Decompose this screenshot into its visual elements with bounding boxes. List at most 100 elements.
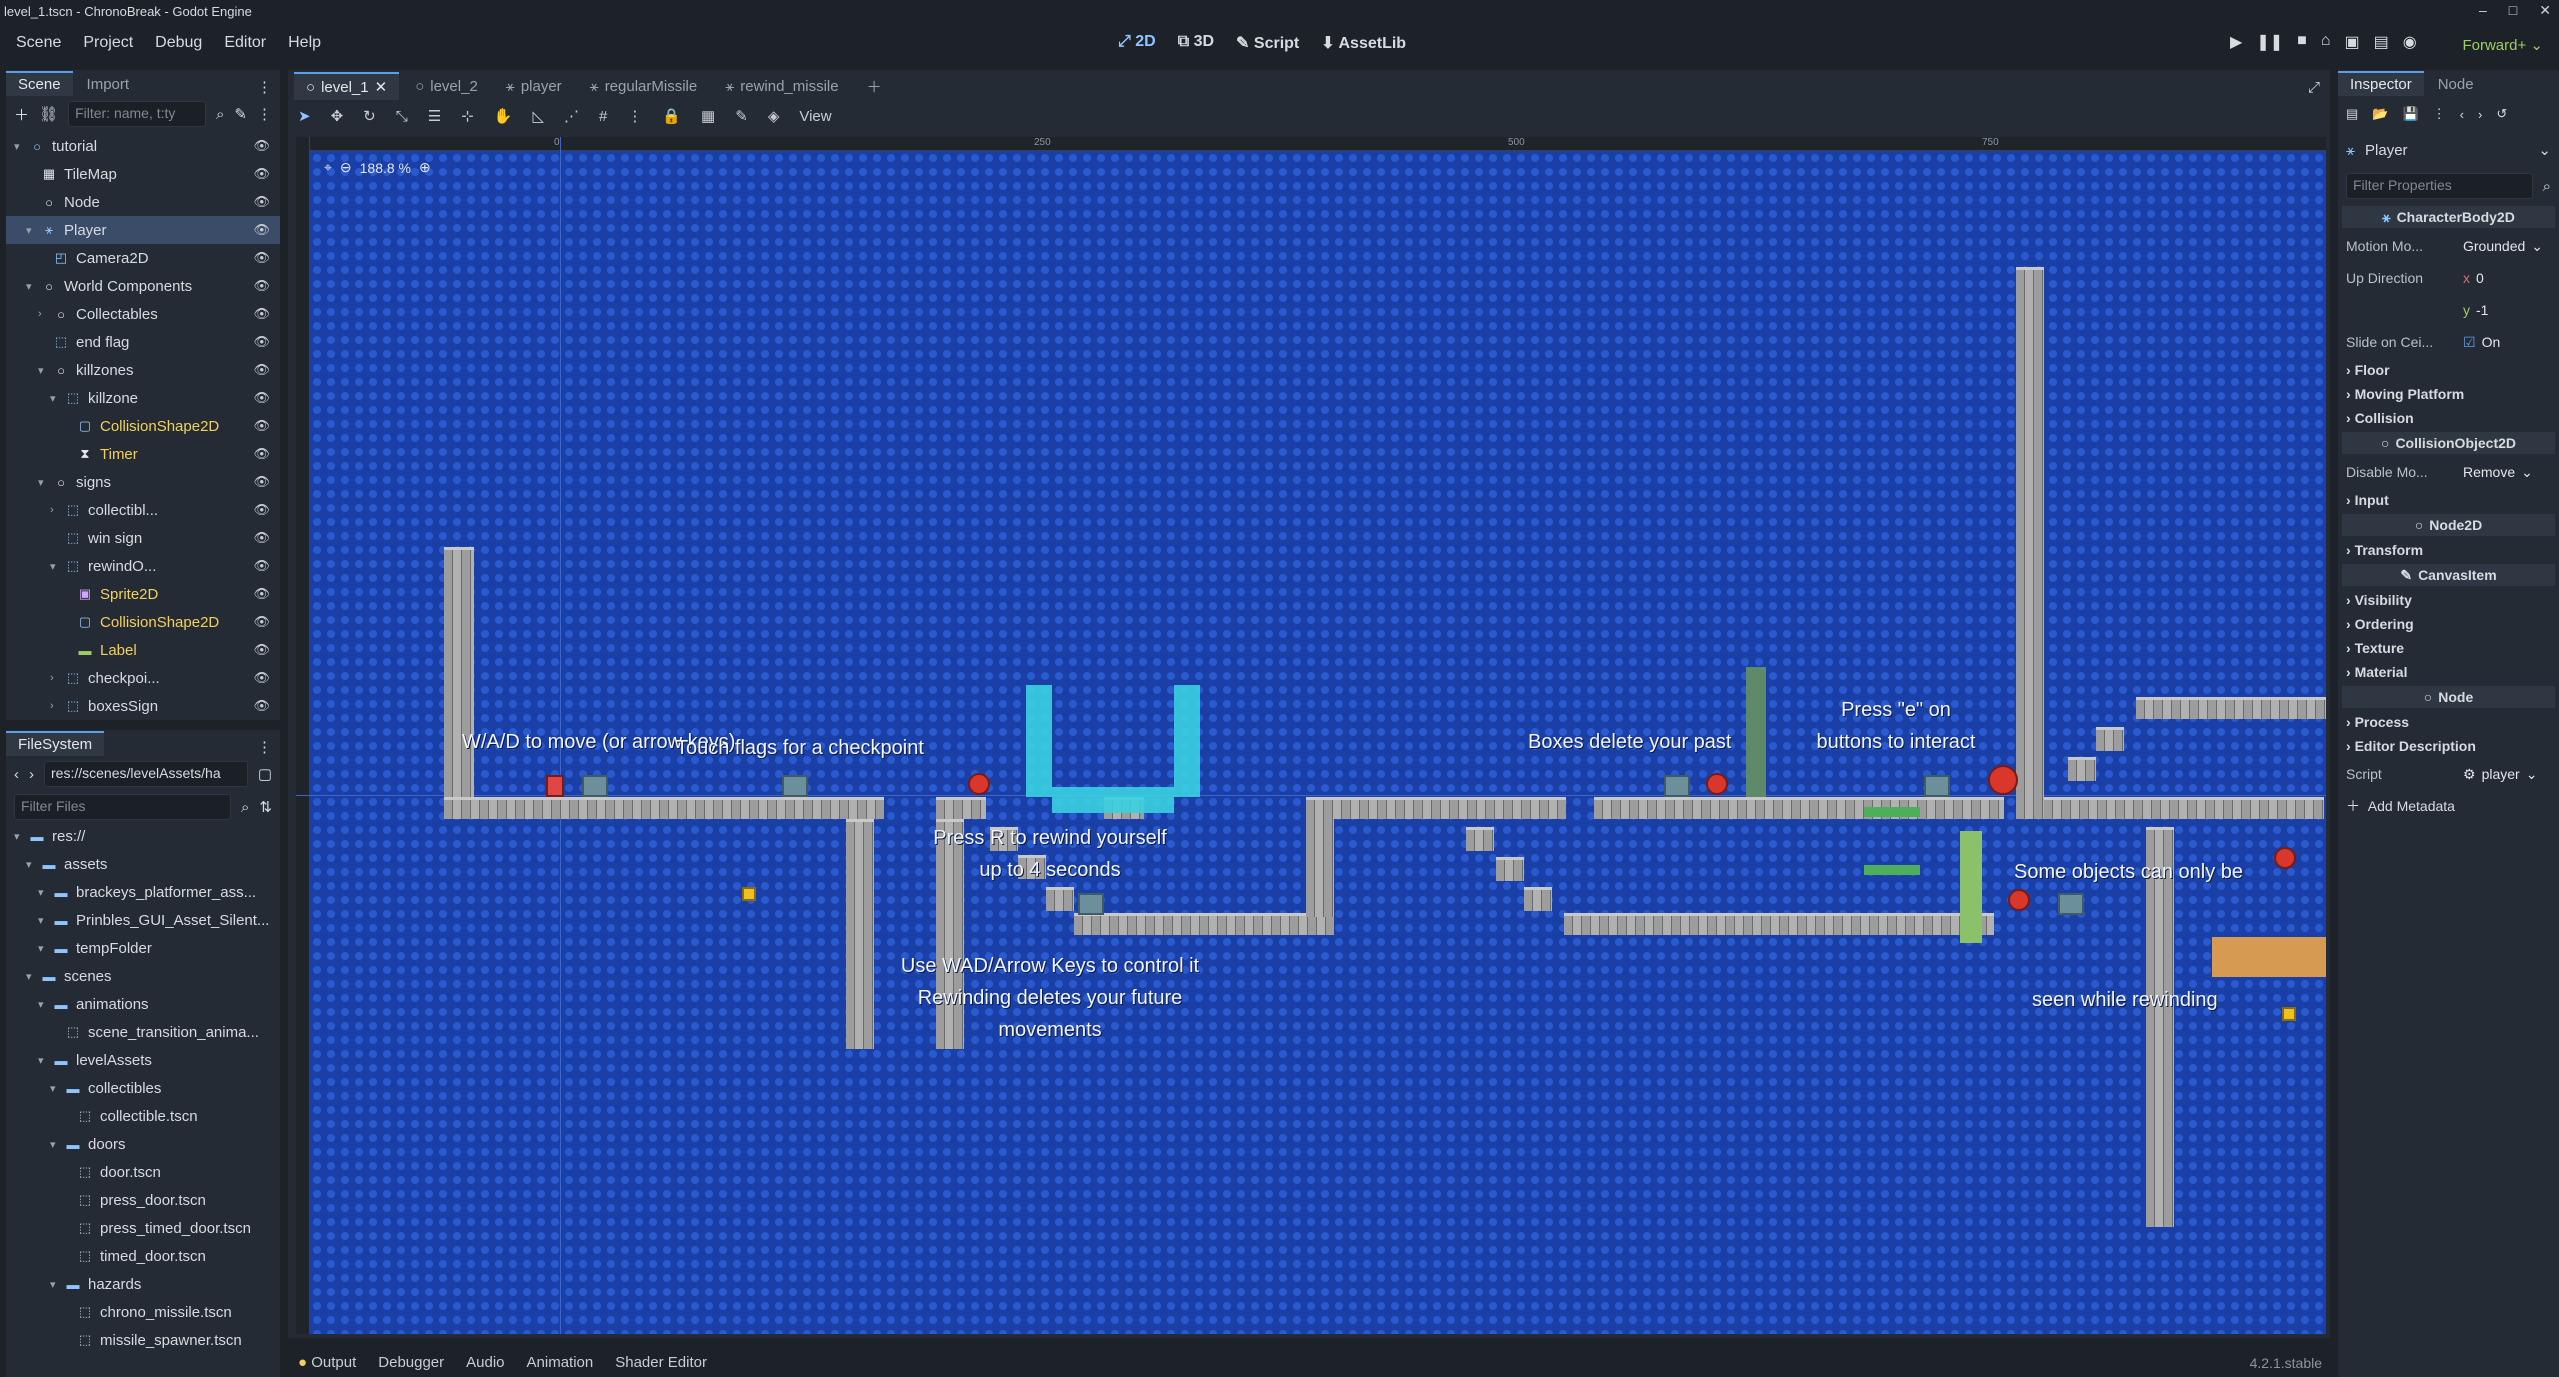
expand-arrow-icon[interactable]: ▾ xyxy=(50,560,64,573)
folder-item[interactable]: ▾ ▬ levelAssets xyxy=(6,1046,280,1074)
back-icon[interactable]: ‹ xyxy=(14,766,19,783)
movie-maker-icon[interactable]: ◉ xyxy=(2403,32,2417,52)
file-item[interactable]: ⬚ collectible.tscn xyxy=(6,1102,280,1130)
expand-arrow-icon[interactable]: ▾ xyxy=(26,858,40,871)
bone-icon[interactable]: ✎ xyxy=(735,107,748,125)
scene-node-boxessign[interactable]: › ⬚ boxesSign 👁 xyxy=(6,692,280,720)
section-input[interactable]: › Input xyxy=(2338,488,2559,512)
split-mode-icon[interactable]: ▢ xyxy=(258,765,272,783)
scene-node-collisionshape2d[interactable]: ▢ CollisionShape2D 👁 xyxy=(6,608,280,636)
expand-arrow-icon[interactable]: ▾ xyxy=(38,998,52,1011)
visibility-eye-icon[interactable]: 👁 xyxy=(253,670,270,686)
file-item[interactable]: ⬚ chrono_missile.tscn xyxy=(6,1298,280,1326)
scene-node-player[interactable]: ▾ ⚹ Player 👁 xyxy=(6,216,280,244)
smart-snap-icon[interactable]: ⋰ xyxy=(564,107,579,125)
object-dropdown-icon[interactable]: ⌄ xyxy=(2538,141,2551,159)
visibility-eye-icon[interactable]: 👁 xyxy=(253,166,270,182)
file-item[interactable]: ⬚ door.tscn xyxy=(6,1158,280,1186)
visibility-eye-icon[interactable]: 👁 xyxy=(253,642,270,658)
folder-item[interactable]: ▾ ▬ assets xyxy=(6,850,280,878)
workspace-2d[interactable]: ⤢ 2D xyxy=(1118,33,1156,53)
folder-item[interactable]: ▾ ▬ hazards xyxy=(6,1270,280,1298)
pivot-tool-icon[interactable]: ⊹ xyxy=(461,107,474,125)
expand-arrow-icon[interactable]: › xyxy=(38,308,52,320)
view-menu[interactable]: View xyxy=(799,108,831,125)
play-icon[interactable]: ▶ xyxy=(2230,32,2242,52)
visibility-eye-icon[interactable]: 👁 xyxy=(253,530,270,546)
pan-tool-icon[interactable]: ✋ xyxy=(494,107,513,125)
tab-node[interactable]: Node xyxy=(2426,73,2486,96)
expand-arrow-icon[interactable]: ▾ xyxy=(50,1082,64,1095)
zoom-out-icon[interactable]: ⊖ xyxy=(340,159,352,176)
renderer-select[interactable]: Forward+ ⌄ xyxy=(2462,36,2543,54)
section-visibility[interactable]: › Visibility xyxy=(2338,588,2559,612)
tab-filesystem[interactable]: FileSystem xyxy=(6,731,105,756)
folder-item[interactable]: ▾ ▬ tempFolder xyxy=(6,934,280,962)
shader-editor-tab[interactable]: Shader Editor xyxy=(615,1354,707,1371)
history-forward-icon[interactable]: › xyxy=(2478,107,2482,122)
section-texture[interactable]: › Texture xyxy=(2338,636,2559,660)
menu-project[interactable]: Project xyxy=(83,34,133,52)
zoom-level[interactable]: 188.8 % xyxy=(360,160,411,176)
scene-node-collisionshape2d[interactable]: ▢ CollisionShape2D 👁 xyxy=(6,412,280,440)
visibility-eye-icon[interactable]: 👁 xyxy=(253,586,270,602)
file-item[interactable]: ⬚ press_door.tscn xyxy=(6,1186,280,1214)
expand-arrow-icon[interactable]: ▾ xyxy=(38,364,52,377)
sort-icon[interactable]: ⇅ xyxy=(259,798,272,816)
visibility-eye-icon[interactable]: 👁 xyxy=(253,362,270,378)
player-sprite[interactable] xyxy=(546,775,564,797)
section-material[interactable]: › Material xyxy=(2338,660,2559,684)
scene-node-collectables[interactable]: › ○ Collectables 👁 xyxy=(6,300,280,328)
scene-node-rewindo[interactable]: ▾ ⬚ rewindO... 👁 xyxy=(6,552,280,580)
tab-rewind-missile[interactable]: ⚹ rewind_missile xyxy=(713,72,850,100)
menu-help[interactable]: Help xyxy=(288,34,321,52)
section-ordering[interactable]: › Ordering xyxy=(2338,612,2559,636)
workspace-3d[interactable]: ⧉ 3D xyxy=(1178,33,1214,53)
visibility-eye-icon[interactable]: 👁 xyxy=(253,502,270,518)
stop-icon[interactable]: ■ xyxy=(2297,32,2307,52)
scene-node-tilemap[interactable]: ▦ TileMap 👁 xyxy=(6,160,280,188)
workspace-script[interactable]: ✎ Script xyxy=(1236,33,1299,53)
scene-node-collectibl[interactable]: › ⬚ collectibl... 👁 xyxy=(6,496,280,524)
filter-properties-input[interactable]: Filter Properties xyxy=(2346,173,2533,199)
visibility-eye-icon[interactable]: 👁 xyxy=(253,222,270,238)
expand-arrow-icon[interactable]: ▾ xyxy=(38,914,52,927)
visibility-eye-icon[interactable]: 👁 xyxy=(253,446,270,462)
play-scene-icon[interactable]: ▣ xyxy=(2344,32,2359,52)
section-transform[interactable]: › Transform xyxy=(2338,538,2559,562)
dock-menu-icon[interactable]: ⋮ xyxy=(257,78,280,96)
expand-arrow-icon[interactable]: ▾ xyxy=(26,280,40,293)
section-collision[interactable]: › Collision xyxy=(2338,406,2559,430)
center-view-icon[interactable]: ⌖ xyxy=(324,159,332,176)
close-tab-icon[interactable]: ✕ xyxy=(375,78,388,96)
scene-node-killzone[interactable]: ▾ ⬚ killzone 👁 xyxy=(6,384,280,412)
section-process[interactable]: › Process xyxy=(2338,710,2559,734)
pause-icon[interactable]: ❚❚ xyxy=(2256,32,2283,52)
visibility-eye-icon[interactable]: 👁 xyxy=(253,250,270,266)
folder-item[interactable]: ▾ ▬ res:// xyxy=(6,822,280,850)
visibility-eye-icon[interactable]: 👁 xyxy=(253,418,270,434)
lock-icon[interactable]: 🔒 xyxy=(662,107,681,125)
folder-item[interactable]: ▾ ▬ brackeys_platformer_ass... xyxy=(6,878,280,906)
tab-inspector[interactable]: Inspector xyxy=(2338,71,2424,96)
expand-arrow-icon[interactable]: ▾ xyxy=(26,224,40,237)
debugger-tab[interactable]: Debugger xyxy=(378,1354,444,1371)
new-tab-button[interactable]: ＋ xyxy=(855,72,894,100)
snap-options-icon[interactable]: ⋮ xyxy=(627,107,642,125)
scene-node-camera2d[interactable]: ◰ Camera2D 👁 xyxy=(6,244,280,272)
expand-arrow-icon[interactable]: ▾ xyxy=(38,1054,52,1067)
expand-arrow-icon[interactable]: ▾ xyxy=(14,830,28,843)
grid-snap-icon[interactable]: # xyxy=(599,108,607,125)
visibility-eye-icon[interactable]: 👁 xyxy=(253,334,270,350)
visibility-eye-icon[interactable]: 👁 xyxy=(253,194,270,210)
tab-import[interactable]: Import xyxy=(75,73,142,96)
file-item[interactable]: ⬚ scene_transition_anima... xyxy=(6,1018,280,1046)
ruler-tool-icon[interactable]: ◺ xyxy=(532,107,544,125)
section-moving-platform[interactable]: › Moving Platform xyxy=(2338,382,2559,406)
instance-scene-icon[interactable]: ⛓ xyxy=(39,105,58,123)
motion-mode-select[interactable]: Grounded ⌄ xyxy=(2463,238,2559,255)
scene-menu-icon[interactable]: ⋮ xyxy=(257,105,272,123)
scene-node-world-components[interactable]: ▾ ○ World Components 👁 xyxy=(6,272,280,300)
expand-arrow-icon[interactable]: › xyxy=(50,700,64,712)
folder-item[interactable]: ▾ ▬ collectibles xyxy=(6,1074,280,1102)
